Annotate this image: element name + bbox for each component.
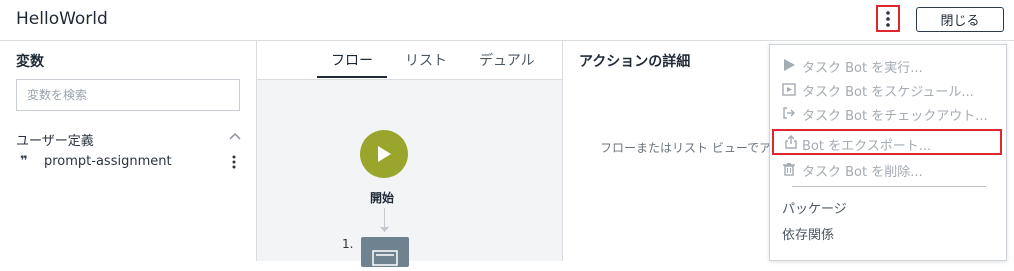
tab-dual[interactable]: デュアル (479, 50, 535, 70)
more-options-menu: タスク Bot を実行... タスク Bot をスケジュール... タスク Bo… (769, 44, 1007, 261)
action-details-hint: フローまたはリスト ビューでア (600, 141, 772, 155)
flow-step-node[interactable] (361, 237, 409, 267)
page-title: HelloWorld (16, 9, 108, 29)
checkout-icon (783, 107, 795, 119)
header-bar: HelloWorld 閉じる (0, 0, 1014, 41)
flow-panel: フロー リスト デュアル 開始 1. (257, 41, 563, 267)
start-label: 開始 (370, 191, 395, 205)
menu-item-label: タスク Bot をスケジュール... (802, 85, 974, 100)
quote-icon: ❞ (20, 154, 28, 169)
menu-item-label: Bot をエクスポート... (802, 139, 932, 154)
variable-search-input[interactable] (17, 80, 239, 110)
variable-kebab-icon[interactable] (232, 155, 236, 169)
export-icon (785, 135, 797, 149)
schedule-play-icon (782, 83, 796, 96)
menu-item-label: タスク Bot を実行... (802, 61, 923, 76)
chevron-up-icon[interactable] (228, 131, 242, 141)
tab-list[interactable]: リスト (405, 50, 447, 70)
menu-item-checkout-bot[interactable]: タスク Bot をチェックアウト... (782, 103, 1002, 125)
menu-item-schedule-bot[interactable]: タスク Bot をスケジュール... (782, 79, 1002, 101)
play-icon (378, 146, 391, 162)
menu-item-label: タスク Bot を削除... (802, 165, 923, 180)
variables-panel: 変数 ユーザー定義 ❞ prompt-assignment (0, 41, 257, 261)
more-options-button[interactable] (876, 5, 900, 32)
variables-title: 変数 (16, 54, 44, 70)
close-button[interactable]: 閉じる (916, 7, 1004, 32)
kebab-icon (886, 10, 890, 27)
tab-flow[interactable]: フロー (331, 50, 373, 70)
play-icon (784, 59, 795, 71)
trash-icon (783, 163, 795, 176)
menu-item-package[interactable]: パッケージ (782, 198, 847, 217)
arrow-down-icon (380, 227, 389, 232)
variable-name: prompt-assignment (44, 154, 172, 169)
menu-item-export-bot[interactable]: Bot をエクスポート... (772, 129, 1002, 155)
active-tab-indicator (317, 76, 387, 78)
step-number: 1. (342, 237, 354, 251)
message-box-icon (372, 250, 398, 266)
menu-item-run-bot[interactable]: タスク Bot を実行... (782, 55, 1002, 77)
user-defined-section-label: ユーザー定義 (16, 134, 94, 149)
action-details-title: アクションの詳細 (579, 54, 691, 70)
menu-item-label: タスク Bot をチェックアウト... (802, 109, 988, 124)
menu-item-dependencies[interactable]: 依存関係 (782, 224, 834, 243)
view-tabs: フロー リスト デュアル (257, 41, 562, 80)
variable-item[interactable]: ❞ prompt-assignment (16, 152, 246, 172)
menu-divider (792, 186, 986, 187)
variable-search-box[interactable] (16, 79, 240, 111)
start-node[interactable] (360, 130, 408, 178)
menu-item-delete-bot[interactable]: タスク Bot を削除... (782, 159, 1002, 181)
